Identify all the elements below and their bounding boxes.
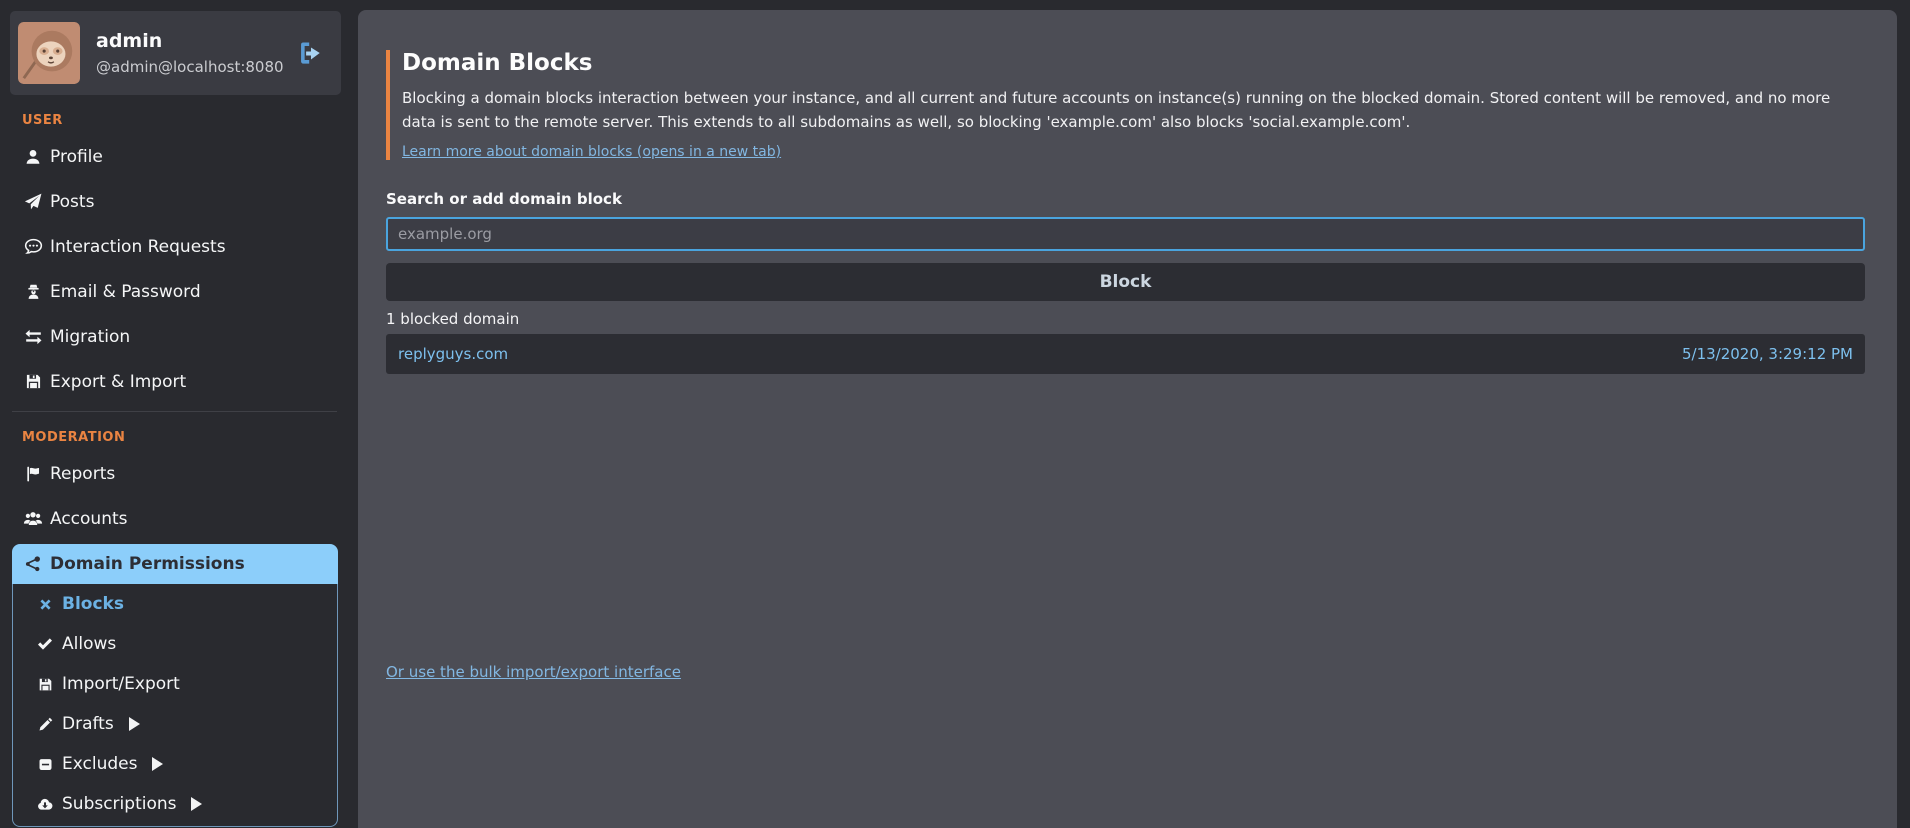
- expand-arrow-icon[interactable]: [152, 757, 163, 771]
- sidebar-item-migration[interactable]: Migration: [0, 314, 358, 359]
- bulk-import-export-link[interactable]: Or use the bulk import/export interface: [386, 663, 681, 681]
- sidebar-item-accounts[interactable]: Accounts: [0, 496, 358, 541]
- user-secret-icon: [22, 282, 44, 302]
- submenu-item-label: Excludes: [62, 754, 137, 774]
- submenu-item-label: Subscriptions: [62, 794, 176, 814]
- expand-arrow-icon[interactable]: [129, 717, 140, 731]
- cloud-download-icon: [34, 795, 56, 813]
- learn-more-link[interactable]: Learn more about domain blocks (opens in…: [402, 144, 781, 160]
- sidebar-item-label: Migration: [50, 327, 130, 347]
- sidebar-item-label: Email & Password: [50, 282, 201, 302]
- submenu-item-excludes[interactable]: Excludes: [13, 744, 337, 784]
- sidebar-item-domain-permissions[interactable]: Domain Permissions: [12, 544, 338, 584]
- blocked-domain-link[interactable]: replyguys.com: [398, 345, 508, 363]
- page-description: Blocking a domain blocks interaction bet…: [402, 86, 1865, 134]
- save-icon: [34, 675, 56, 693]
- app-window: admin @admin@localhost:8080 USER Profile: [0, 0, 1910, 828]
- domain-search-input[interactable]: [386, 217, 1865, 251]
- sidebar-item-label: Reports: [50, 464, 115, 484]
- user-card[interactable]: admin @admin@localhost:8080: [10, 11, 341, 95]
- user-display-name: admin: [96, 30, 284, 52]
- page-title: Domain Blocks: [402, 50, 1865, 76]
- domain-permissions-submenu: Blocks Allows: [12, 584, 338, 827]
- paper-plane-icon: [22, 192, 44, 212]
- search-label: Search or add domain block: [386, 190, 1865, 208]
- block-button[interactable]: Block: [386, 263, 1865, 301]
- sidebar-item-email-password[interactable]: Email & Password: [0, 269, 358, 314]
- sidebar-item-label: Posts: [50, 192, 94, 212]
- sidebar-item-label: Profile: [50, 147, 103, 167]
- user-info: admin @admin@localhost:8080: [96, 30, 284, 76]
- sidebar-item-label: Export & Import: [50, 372, 186, 392]
- comment-dots-icon: [22, 237, 44, 257]
- save-icon: [22, 372, 44, 392]
- blocked-domain-date: 5/13/2020, 3:29:12 PM: [1682, 345, 1853, 363]
- sidebar-section-header-user: USER: [22, 113, 358, 128]
- submenu-item-label: Drafts: [62, 714, 114, 734]
- submenu-item-drafts[interactable]: Drafts: [13, 704, 337, 744]
- sidebar-item-label: Domain Permissions: [50, 554, 245, 574]
- pencil-icon: [34, 715, 56, 733]
- sidebar-item-interaction-requests[interactable]: Interaction Requests: [0, 224, 358, 269]
- sidebar-item-profile[interactable]: Profile: [0, 134, 358, 179]
- sidebar-item-export-import[interactable]: Export & Import: [0, 359, 358, 404]
- expand-arrow-icon[interactable]: [191, 797, 202, 811]
- blocked-domain-row[interactable]: replyguys.com 5/13/2020, 3:29:12 PM: [386, 334, 1865, 374]
- users-icon: [22, 509, 44, 529]
- sidebar-section-header-moderation: MODERATION: [22, 430, 358, 445]
- minus-square-icon: [34, 755, 56, 773]
- check-icon: [34, 635, 56, 653]
- submenu-item-label: Blocks: [62, 594, 124, 614]
- user-icon: [22, 147, 44, 167]
- submenu-item-blocks[interactable]: Blocks: [13, 584, 337, 624]
- sidebar-item-reports[interactable]: Reports: [0, 451, 358, 496]
- main-panel: Domain Blocks Blocking a domain blocks i…: [358, 10, 1897, 828]
- blocked-count: 1 blocked domain: [386, 310, 1865, 328]
- sidebar-item-label: Accounts: [50, 509, 128, 529]
- avatar: [18, 22, 80, 84]
- sidebar-item-label: Interaction Requests: [50, 237, 226, 257]
- sidebar-divider: [12, 411, 337, 412]
- page-intro: Domain Blocks Blocking a domain blocks i…: [386, 50, 1865, 160]
- domain-block-form: Search or add domain block Block: [386, 190, 1865, 301]
- submenu-item-label: Import/Export: [62, 674, 180, 694]
- submenu-item-subscriptions[interactable]: Subscriptions: [13, 784, 337, 824]
- submenu-item-import-export[interactable]: Import/Export: [13, 664, 337, 704]
- sidebar: admin @admin@localhost:8080 USER Profile: [0, 0, 358, 828]
- x-icon: [34, 595, 56, 613]
- share-nodes-icon: [22, 554, 44, 574]
- sidebar-item-posts[interactable]: Posts: [0, 179, 358, 224]
- submenu-item-label: Allows: [62, 634, 116, 654]
- sign-out-icon[interactable]: [297, 40, 323, 66]
- user-handle: @admin@localhost:8080: [96, 58, 284, 76]
- submenu-item-allows[interactable]: Allows: [13, 624, 337, 664]
- exchange-icon: [22, 327, 44, 347]
- bulk-link-wrap: Or use the bulk import/export interface: [386, 662, 1865, 681]
- flag-icon: [22, 464, 44, 484]
